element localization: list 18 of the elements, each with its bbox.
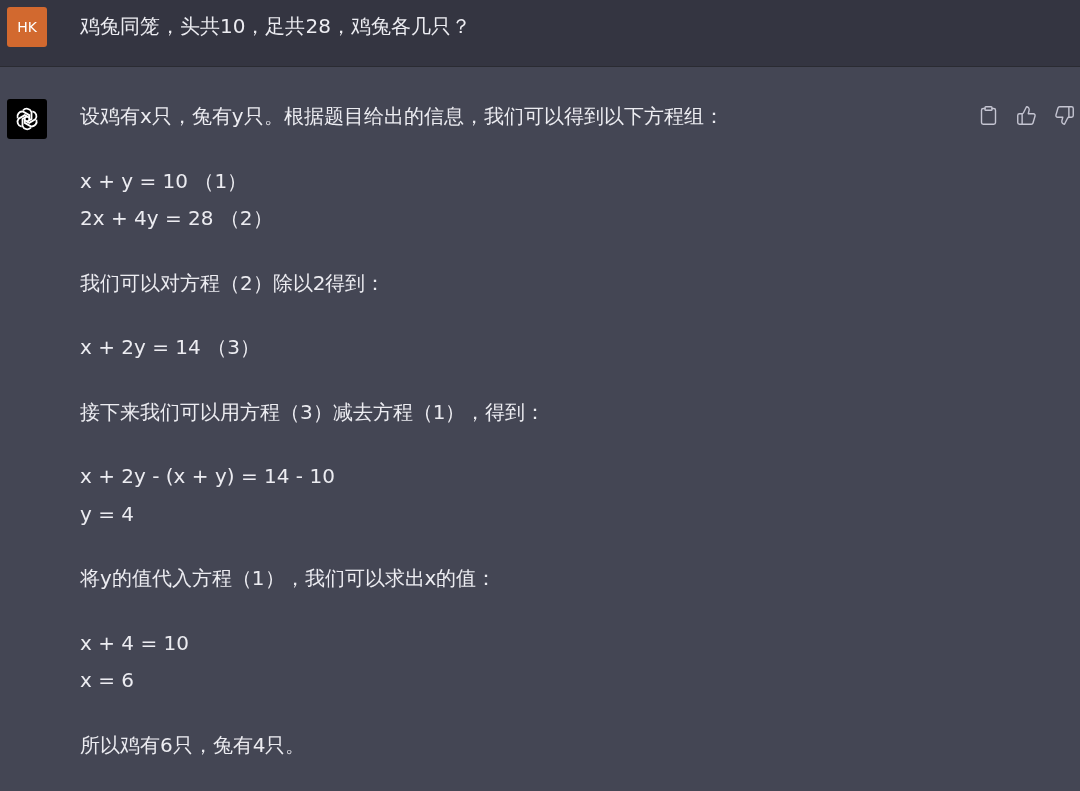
answer-line: x + y = 10 （1） xyxy=(80,167,249,195)
answer-line: 所以鸡有6只，兔有4只。 xyxy=(80,731,307,759)
answer-line: x + 4 = 10 xyxy=(80,629,190,657)
answer-line: 2x + 4y = 28 （2） xyxy=(80,205,274,232)
answer-line: x + 2y = 14 （3） xyxy=(80,334,261,361)
answer-line: 设鸡有x只，兔有y只。根据题目给出的信息，我们可以得到以下方程组： xyxy=(80,103,724,130)
user-message: 鸡兔同笼，头共10，足共28，鸡兔各几只？ xyxy=(80,13,471,40)
thumbs-down-icon[interactable] xyxy=(1054,105,1075,126)
thumbs-up-icon[interactable] xyxy=(1016,105,1037,126)
user-avatar: HK xyxy=(7,7,47,47)
answer-line: x = 6 xyxy=(80,667,136,694)
answer-line: 接下来我们可以用方程（3）减去方程（1），得到： xyxy=(80,398,547,426)
assistant-logo-icon xyxy=(7,99,47,139)
copy-icon[interactable] xyxy=(978,105,999,126)
answer-line: x + 2y - (x + y) = 14 - 10 xyxy=(80,463,336,490)
answer-line: y = 4 xyxy=(80,500,136,528)
answer-line: 将y的值代入方程（1），我们可以求出x的值： xyxy=(80,565,498,592)
answer-line: 我们可以对方程（2）除以2得到： xyxy=(80,269,387,297)
